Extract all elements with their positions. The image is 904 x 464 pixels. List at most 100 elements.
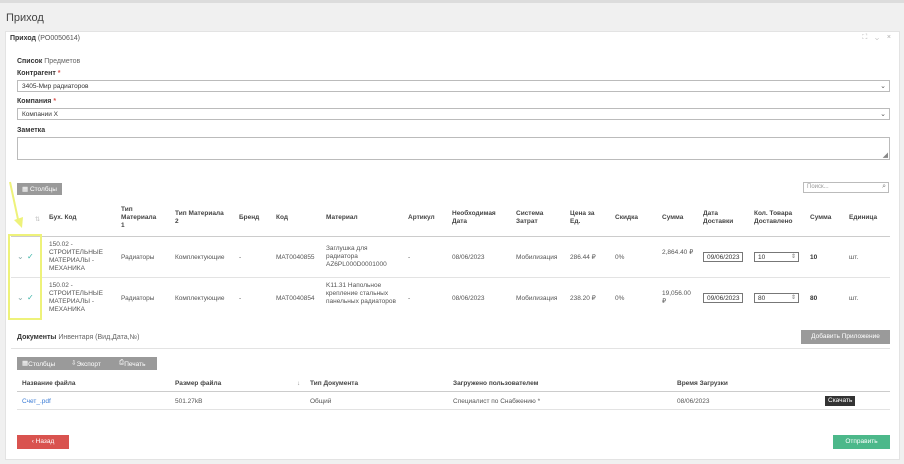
cell-brand: - [239,254,242,261]
company-label: Компания * [17,98,56,105]
back-label: Назад [35,438,55,445]
cell-sum2: 80 [810,295,818,302]
qty-value: 80 [758,295,766,302]
documents-toolbar: ▦ Столбцы ⇩ Экспорт ⎙ Печать [17,357,157,370]
cell-discount: 0% [615,254,625,261]
company-select[interactable]: Компании Х ⌄ [17,108,890,120]
spinner-icon[interactable]: ⇕ [791,294,796,301]
cell-needed-date: 08/06/2023 [452,254,485,261]
docs-export-label: Экспорт [76,361,101,368]
documents-sub: Инвентаря (Вид,Дата,№) [58,334,140,341]
docs-row-divider [17,409,890,410]
file-link[interactable]: Счет_.pdf [22,398,51,405]
cell-acc-code: 150.02 - СТРОИТЕЛЬНЫЕ МАТЕРИАЛЫ - МЕХАНИ… [49,241,103,272]
required-mark: * [57,70,61,77]
docs-export-button[interactable]: ⇩ Экспорт [71,359,101,368]
search-placeholder: Поиск... [807,184,829,190]
col-mat-type2[interactable]: Тип Материала 2 [175,210,225,226]
cell-file-size: 501.27kB [175,398,203,405]
delivery-date-input[interactable]: 09/06/2023 [703,252,743,262]
col-uploaded-by[interactable]: Загружено пользователем [453,380,538,388]
col-discount[interactable]: Скидка [615,214,638,222]
cell-upload-time: 08/06/2023 [677,398,710,405]
col-sum2[interactable]: Сумма [810,214,831,222]
col-mat-type1[interactable]: Тип Материала 1 [121,206,161,230]
cell-article: - [408,254,411,261]
top-strip [0,0,904,3]
cell-cost-system: Мобилизация [516,254,558,261]
back-button[interactable]: ‹ Назад [17,435,69,449]
docs-columns-label: Столбцы [28,361,56,368]
company-label-text: Компания [17,98,52,105]
cell-sum: 2,864.40 ₽ [662,249,694,256]
counterparty-value: 3405-Мир радиаторов [22,83,89,90]
cell-brand: - [239,295,242,302]
note-label: Заметка [17,127,46,134]
search-input[interactable]: Поиск... ⌕ [803,182,889,193]
window-controls[interactable]: ⛶ ⌄ × [862,34,894,42]
docs-print-button[interactable]: ⎙ Печать [119,359,146,368]
cell-mat-type1: Радиаторы [121,254,155,261]
cell-cost-system: Мобилизация [516,295,558,302]
row-divider [11,277,890,278]
cell-uploaded-by: Специалист по Снабжению * [453,398,541,405]
counterparty-label-text: Контрагент [17,70,56,77]
delivery-date-input[interactable]: 09/06/2023 [703,293,743,303]
docs-columns-button[interactable]: ▦ Столбцы [22,359,55,368]
docs-header-divider [17,391,890,392]
cell-unit-price: 238.20 ₽ [570,295,596,302]
list-label-text: Список [17,58,43,65]
col-doc-type[interactable]: Тип Документа [310,380,358,388]
col-material[interactable]: Материал [326,214,358,222]
table-header-divider [11,236,890,237]
qty-value: 10 [758,254,766,261]
cell-unit-price: 286.44 ₽ [570,254,596,261]
documents-label: Документы Инвентаря (Вид,Дата,№) [17,334,139,341]
qty-stepper[interactable]: 80 ⇕ [754,293,799,303]
page-title: Приход [6,12,44,24]
panel-header: Приход (PO0050614) [10,35,80,42]
col-brand[interactable]: Бренд [239,214,259,222]
highlight-box [8,234,42,320]
counterparty-select[interactable]: 3405-Мир радиаторов ⌄ [17,80,890,92]
qty-stepper[interactable]: 10 ⇕ [754,252,799,262]
spinner-icon[interactable]: ⇕ [791,253,796,260]
cell-mat-type2: Комплектующие [175,295,225,302]
col-sum[interactable]: Сумма [662,214,683,222]
list-sub-text: Предметов [44,58,81,65]
note-field[interactable]: ◢ [17,137,890,160]
col-acc-code[interactable]: Бух. Код [49,214,77,222]
main-panel [5,31,900,460]
cell-doc-type: Общий [310,398,332,405]
section-divider [11,348,890,349]
cell-article: - [408,295,411,302]
resize-grip-icon[interactable]: ◢ [883,151,888,159]
cell-material: K11.31 Напольное крепление стальных пане… [326,282,396,305]
col-needed-date[interactable]: Необходимая Дата [452,210,507,226]
col-unit[interactable]: Единица [849,214,877,222]
add-attachment-button[interactable]: Добавить Приложение [801,330,890,344]
sort-desc-icon[interactable]: ↓ [297,381,300,387]
download-button[interactable]: Скачать [825,396,856,406]
chevron-down-icon: ⌄ [880,111,886,118]
panel-code: (PO0050614) [37,35,80,42]
col-article[interactable]: Артикул [408,214,435,222]
cell-needed-date: 08/06/2023 [452,295,485,302]
cell-sum2: 10 [810,254,818,261]
list-label: Список Предметов [17,58,80,65]
annotation-arrow-icon [9,181,23,228]
col-code[interactable]: Код [276,214,288,222]
cell-material: Заглушка для радиатора AZ6PL000D0001000 [326,245,387,268]
col-file-size[interactable]: Размер файла [175,380,221,388]
col-qty-delivered[interactable]: Кол. Товара Доставлено [754,210,804,226]
panel-title: Приход [10,35,36,42]
cell-acc-code: 150.02 - СТРОИТЕЛЬНЫЕ МАТЕРИАЛЫ - МЕХАНИ… [49,282,103,313]
col-delivery-date[interactable]: Дата Доставки [703,210,743,226]
send-button[interactable]: Отправить [833,435,890,449]
col-file-name[interactable]: Название файла [22,380,76,388]
col-cost-system[interactable]: Система Затрат [516,210,556,226]
cell-mat-type1: Радиаторы [121,295,155,302]
col-upload-time[interactable]: Время Загрузки [677,380,728,388]
col-unit-price[interactable]: Цена за Ед. [570,210,605,226]
cell-code: MAT0040854 [276,295,315,302]
